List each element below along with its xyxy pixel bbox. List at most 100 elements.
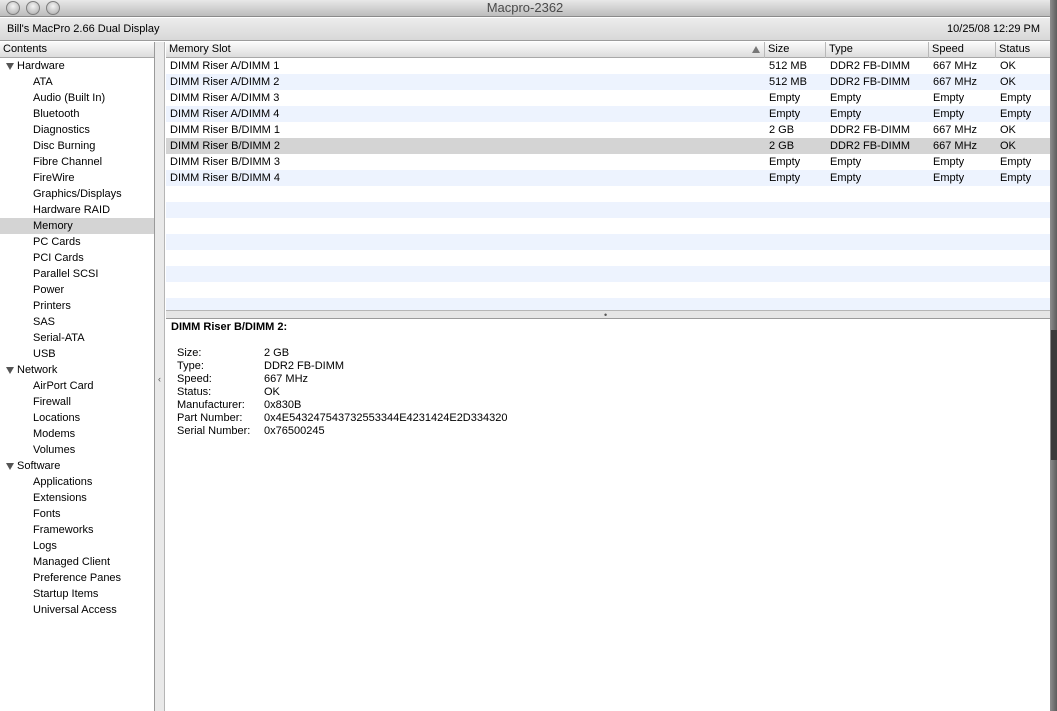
cell-memory-slot: DIMM Riser A/DIMM 2 xyxy=(170,76,280,88)
detail-field-row: Type: DDR2 FB-DIMM xyxy=(177,360,507,373)
sidebar-item-locations[interactable]: Locations xyxy=(0,410,154,426)
cell-type: DDR2 FB-DIMM xyxy=(830,140,911,152)
sidebar-item-disc-burning[interactable]: Disc Burning xyxy=(0,138,154,154)
contents-list: Hardware ATA Audio (Built In) Bluetooth Diag… xyxy=(0,58,154,618)
cell-size: 512 MB xyxy=(769,76,807,88)
detail-field-label: Speed: xyxy=(177,373,212,385)
disclosure-triangle-icon[interactable] xyxy=(6,63,14,70)
sidebar-item-serial-ata[interactable]: Serial-ATA xyxy=(0,330,154,346)
cell-type: Empty xyxy=(830,156,862,168)
cell-memory-slot: DIMM Riser B/DIMM 2 xyxy=(170,140,280,152)
cell-size: 2 GB xyxy=(769,140,795,152)
detail-field-row: Size: 2 GB xyxy=(177,347,507,360)
cell-memory-slot: DIMM Riser A/DIMM 1 xyxy=(170,60,280,72)
sidebar-group-hardware[interactable]: Hardware xyxy=(0,58,154,74)
detail-title: DIMM Riser B/DIMM 2: xyxy=(171,321,288,333)
sidebar-item-airport-card[interactable]: AirPort Card xyxy=(0,378,154,394)
detail-field-row: Speed: 667 MHz xyxy=(177,373,507,386)
sidebar-item-ata[interactable]: ATA xyxy=(0,74,154,90)
cell-size: Empty xyxy=(769,156,801,168)
column-type[interactable]: Type xyxy=(826,42,929,58)
sidebar-group-software[interactable]: Software xyxy=(0,458,154,474)
sidebar-item-parallel-scsi[interactable]: Parallel SCSI xyxy=(0,266,154,282)
sidebar-item-sas[interactable]: SAS xyxy=(0,314,154,330)
empty-table-row xyxy=(166,218,1050,234)
table-row[interactable]: DIMM Riser B/DIMM 1 2 GB DDR2 FB-DIMM 667 M… xyxy=(166,122,1050,138)
sidebar-item-fibre-channel[interactable]: Fibre Channel xyxy=(0,154,154,170)
sidebar-item-memory[interactable]: Memory xyxy=(0,218,154,234)
column-status[interactable]: Status xyxy=(996,42,1050,58)
empty-table-row xyxy=(166,202,1050,218)
sidebar-item-hardware-raid[interactable]: Hardware RAID xyxy=(0,202,154,218)
system-profiler-window: Macpro-2362 Bill's MacPro 2.66 Dual Disp… xyxy=(0,0,1050,711)
table-row[interactable]: DIMM Riser A/DIMM 1 512 MB DDR2 FB-DIMM 667… xyxy=(166,58,1050,74)
title-bar[interactable]: Macpro-2362 xyxy=(0,0,1050,17)
desktop-background xyxy=(1050,0,1057,711)
column-size[interactable]: Size xyxy=(765,42,826,58)
machine-name: Bill's MacPro 2.66 Dual Display xyxy=(7,23,160,35)
cell-speed: 667 MHz xyxy=(933,76,978,88)
cell-type: DDR2 FB-DIMM xyxy=(830,124,911,136)
disclosure-triangle-icon[interactable] xyxy=(6,367,14,374)
sidebar-item-pc-cards[interactable]: PC Cards xyxy=(0,234,154,250)
empty-table-row xyxy=(166,282,1050,298)
sidebar-item-power[interactable]: Power xyxy=(0,282,154,298)
sidebar-item-fonts[interactable]: Fonts xyxy=(0,506,154,522)
sidebar-item-firewall[interactable]: Firewall xyxy=(0,394,154,410)
memory-table: Memory Slot Size Type Speed Status DIMM … xyxy=(166,42,1050,310)
splitter-dimple-icon[interactable]: • xyxy=(604,311,607,320)
cell-type: Empty xyxy=(830,92,862,104)
table-row[interactable]: DIMM Riser A/DIMM 3 Empty Empty Empty Empty xyxy=(166,90,1050,106)
cell-status: Empty xyxy=(1000,92,1032,104)
splitter-grip-icon[interactable]: ‹ xyxy=(158,374,161,384)
sidebar-group-network[interactable]: Network xyxy=(0,362,154,378)
sidebar-item-preference-panes[interactable]: Preference Panes xyxy=(0,570,154,586)
sidebar-item-universal-access[interactable]: Universal Access xyxy=(0,602,154,618)
table-row[interactable]: DIMM Riser B/DIMM 3 Empty Empty Empty Empty xyxy=(166,154,1050,170)
sidebar-item-volumes[interactable]: Volumes xyxy=(0,442,154,458)
detail-field-value: 2 GB xyxy=(264,347,290,359)
table-row[interactable]: DIMM Riser B/DIMM 2 2 GB DDR2 FB-DIMM 667 M… xyxy=(166,138,1050,154)
column-memory-slot[interactable]: Memory Slot xyxy=(166,42,765,58)
cell-size: Empty xyxy=(769,92,801,104)
sidebar-item-usb[interactable]: USB xyxy=(0,346,154,362)
cell-size: Empty xyxy=(769,172,801,184)
sidebar-item-audio-built-in[interactable]: Audio (Built In) xyxy=(0,90,154,106)
cell-type: DDR2 FB-DIMM xyxy=(830,60,911,72)
sidebar-item-pci-cards[interactable]: PCI Cards xyxy=(0,250,154,266)
cell-memory-slot: DIMM Riser B/DIMM 1 xyxy=(170,124,280,136)
sidebar-item-firewire[interactable]: FireWire xyxy=(0,170,154,186)
table-row[interactable]: DIMM Riser A/DIMM 2 512 MB DDR2 FB-DIMM 667… xyxy=(166,74,1050,90)
detail-fields: Size: 2 GB Type: DDR2 FB-DIMM Speed: 667 MHz S… xyxy=(177,347,507,438)
cell-speed: Empty xyxy=(933,156,965,168)
sidebar-item-logs[interactable]: Logs xyxy=(0,538,154,554)
sidebar-item-frameworks[interactable]: Frameworks xyxy=(0,522,154,538)
sidebar-item-applications[interactable]: Applications xyxy=(0,474,154,490)
cell-status: Empty xyxy=(1000,172,1032,184)
sidebar-item-modems[interactable]: Modems xyxy=(0,426,154,442)
sidebar-item-graphics-displays[interactable]: Graphics/Displays xyxy=(0,186,154,202)
column-speed[interactable]: Speed xyxy=(929,42,996,58)
horizontal-splitter[interactable]: • xyxy=(166,310,1050,320)
empty-table-row xyxy=(166,234,1050,250)
table-row[interactable]: DIMM Riser B/DIMM 4 Empty Empty Empty Empty xyxy=(166,170,1050,186)
disclosure-triangle-icon[interactable] xyxy=(6,463,14,470)
cell-speed: Empty xyxy=(933,92,965,104)
cell-memory-slot: DIMM Riser A/DIMM 4 xyxy=(170,108,280,120)
sidebar-item-printers[interactable]: Printers xyxy=(0,298,154,314)
sidebar-item-startup-items[interactable]: Startup Items xyxy=(0,586,154,602)
sidebar-item-bluetooth[interactable]: Bluetooth xyxy=(0,106,154,122)
sidebar-item-extensions[interactable]: Extensions xyxy=(0,490,154,506)
sidebar-item-diagnostics[interactable]: Diagnostics xyxy=(0,122,154,138)
table-header: Memory Slot Size Type Speed Status xyxy=(166,42,1050,58)
detail-field-label: Manufacturer: xyxy=(177,399,245,411)
sort-ascending-icon xyxy=(752,46,760,53)
cell-type: Empty xyxy=(830,172,862,184)
vertical-splitter[interactable]: ‹ xyxy=(155,42,165,711)
empty-table-row xyxy=(166,250,1050,266)
table-row[interactable]: DIMM Riser A/DIMM 4 Empty Empty Empty Empty xyxy=(166,106,1050,122)
cell-size: 2 GB xyxy=(769,124,795,136)
sidebar-group-label: Software xyxy=(17,460,61,472)
sidebar-item-managed-client[interactable]: Managed Client xyxy=(0,554,154,570)
empty-table-row xyxy=(166,186,1050,202)
